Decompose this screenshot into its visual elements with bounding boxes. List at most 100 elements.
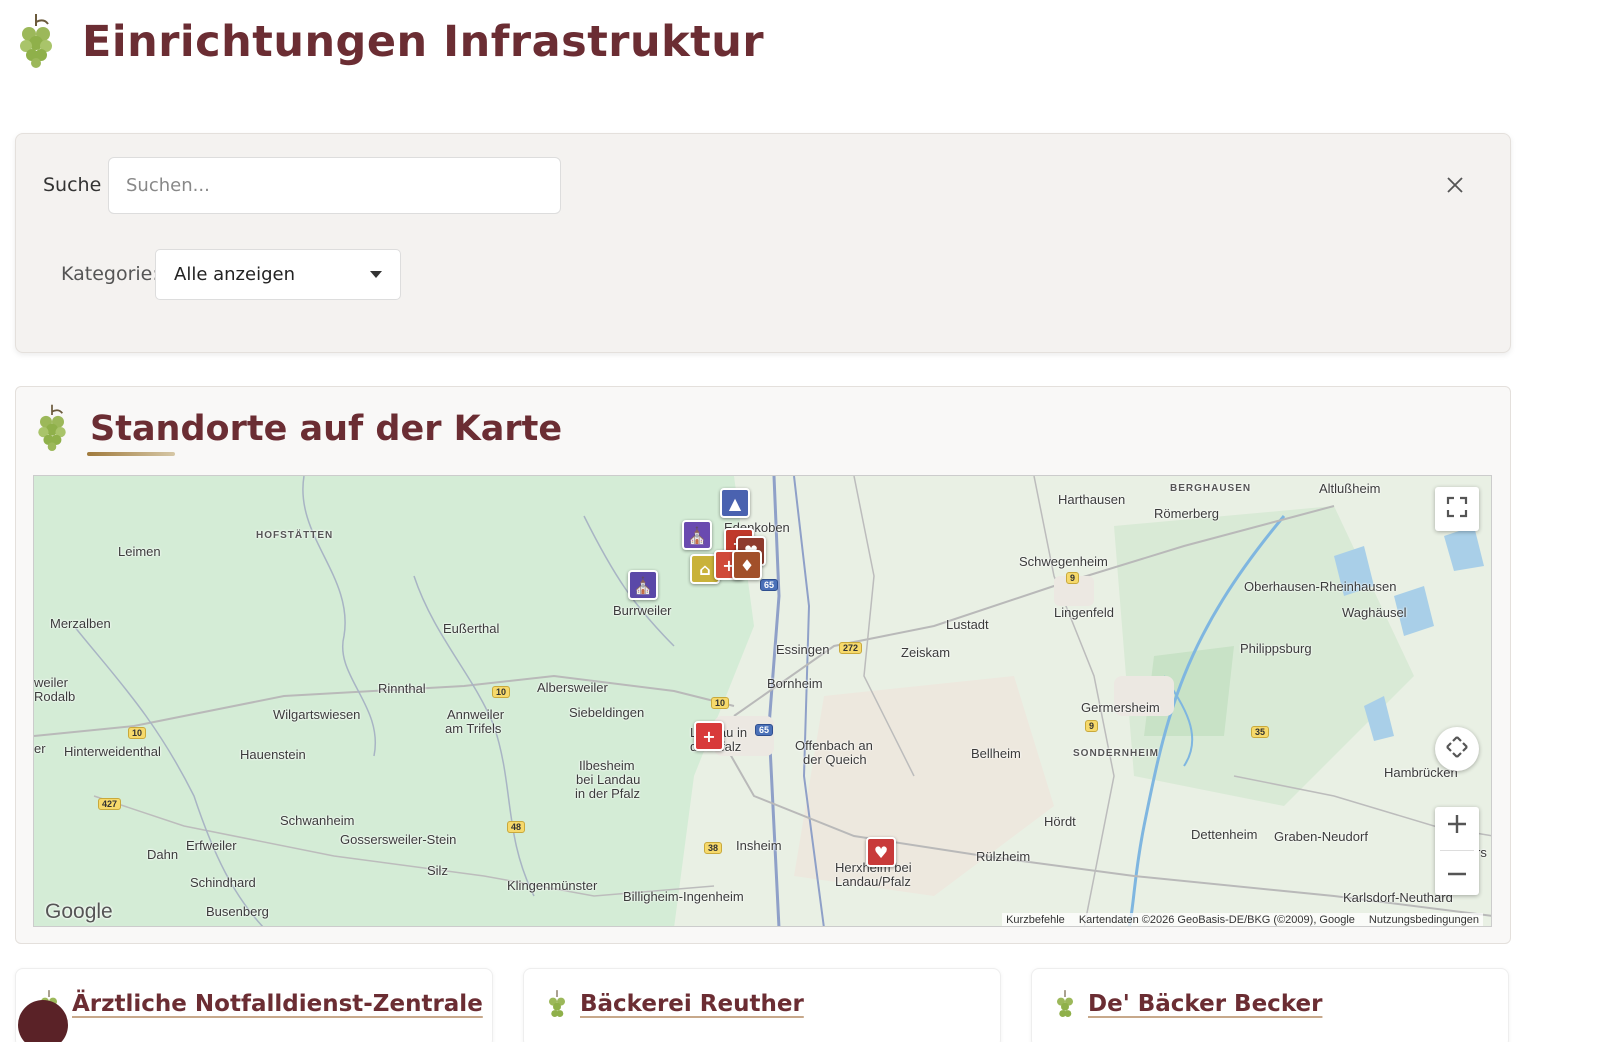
map-label: Wilgartswiesen: [273, 707, 361, 722]
close-icon[interactable]: [1444, 174, 1466, 196]
map-label: Billigheim-Ingenheim: [623, 889, 744, 904]
care-icon: ♥: [873, 842, 889, 862]
facility-card: Ärztliche Notfalldienst-Zentrale: [15, 968, 493, 1042]
grape-icon: [1054, 989, 1076, 1025]
keyboard-shortcuts-link[interactable]: Kurzbefehle: [1006, 914, 1065, 926]
card-title-link[interactable]: De' Bäcker Becker: [1088, 991, 1322, 1017]
road-shield: 65: [760, 579, 779, 591]
road-shield: 35: [1251, 726, 1270, 738]
map-label: Lingenfeld: [1054, 605, 1114, 620]
map-label: Bellheim: [971, 746, 1021, 761]
map-label: Dahn: [147, 847, 179, 862]
map-label: er: [34, 741, 46, 756]
map-label: Oberhausen-Rheinhausen: [1244, 579, 1397, 594]
map-label: bei Landau: [576, 772, 641, 787]
map-label: Rülzheim: [976, 849, 1031, 864]
terms-link[interactable]: Nutzungsbedingungen: [1369, 914, 1479, 926]
road-shield: 9: [1066, 572, 1080, 584]
church-marker[interactable]: ⛪: [682, 520, 712, 550]
road-shield: 10: [128, 727, 147, 739]
map-label: der Queich: [803, 752, 867, 767]
road-shield: 10: [711, 697, 730, 709]
map-label: Schwanheim: [280, 813, 355, 828]
road-shield: 38: [704, 842, 723, 854]
grape-icon: [546, 989, 568, 1025]
map-label: Albersweiler: [537, 680, 608, 695]
map-label: Waghäusel: [1342, 605, 1407, 620]
zoom-divider: [1440, 850, 1474, 852]
search-input[interactable]: [108, 157, 561, 214]
map-label: Harthausen: [1058, 492, 1126, 507]
search-label: Suche: [43, 174, 102, 196]
filter-panel: Suche Kategorie: Alle anzeigen: [15, 133, 1511, 353]
map-label: Busenberg: [206, 904, 269, 919]
road-shield: 427: [98, 798, 122, 810]
section-header: Standorte auf der Karte: [36, 403, 562, 455]
section-underline: [87, 452, 175, 456]
map-label: Altlußheim: [1319, 481, 1381, 496]
map-data-text: Kartendaten ©2026 GeoBasis-DE/BKG (©2009…: [1078, 914, 1355, 926]
map-label: Eußerthal: [443, 621, 500, 636]
sports-marker[interactable]: ♦: [732, 550, 762, 580]
fullscreen-button[interactable]: [1435, 487, 1479, 531]
map-label: Hördt: [1044, 814, 1076, 829]
map-label: weiler: [34, 675, 68, 690]
map-label: Schindhard: [190, 875, 256, 890]
hotel-marker[interactable]: ▲: [720, 488, 750, 518]
map-label: Dettenheim: [1191, 827, 1258, 842]
category-select[interactable]: Alle anzeigen: [155, 249, 401, 300]
road-shield: 65: [755, 724, 774, 736]
church-marker[interactable]: ⛪: [628, 570, 658, 600]
card-title-link[interactable]: Bäckerei Reuther: [580, 991, 804, 1017]
map-label: Hinterweidenthal: [64, 744, 161, 759]
map-label: SONDERNHEIM: [1073, 748, 1160, 759]
map-label: Rodalb: [34, 689, 76, 704]
church-icon: ⛪: [633, 575, 653, 595]
bakery-icon: ⌂: [699, 559, 711, 579]
map-label: Römerberg: [1154, 506, 1220, 521]
map-label: Burrweiler: [613, 603, 672, 618]
map-label: Schwegenheim: [1019, 554, 1108, 569]
zoom-in-icon[interactable]: [1446, 813, 1468, 839]
medical-marker[interactable]: +: [694, 721, 724, 751]
map-label: Merzalben: [50, 616, 111, 631]
pan-button[interactable]: [1435, 727, 1479, 771]
medical-icon: +: [702, 726, 716, 746]
map-label: Ilbesheim: [579, 758, 635, 773]
map-attribution: Kurzbefehle Kartendaten ©2026 GeoBasis-D…: [1002, 913, 1483, 926]
back-to-top-button[interactable]: [18, 1000, 68, 1042]
zoom-out-icon[interactable]: [1446, 863, 1468, 889]
road-shield: 10: [492, 686, 511, 698]
category-label: Kategorie:: [61, 263, 159, 285]
hotel-icon: ▲: [728, 493, 742, 513]
map-label: Silz: [427, 863, 448, 878]
map[interactable]: BERGHAUSEN Altlußheim Re Harthausen Röme…: [33, 475, 1492, 927]
map-label: Philippsburg: [1240, 641, 1312, 656]
road-shield: 9: [1085, 720, 1099, 732]
map-label: Graben-Neudorf: [1274, 829, 1368, 844]
road-shield: 48: [507, 821, 526, 833]
map-label: Germersheim: [1081, 700, 1160, 715]
zoom-controls: [1435, 807, 1479, 895]
map-label: Erfweiler: [186, 838, 237, 853]
card-title-link[interactable]: Ärztliche Notfalldienst-Zentrale: [72, 991, 483, 1017]
map-label: Rinnthal: [378, 681, 426, 696]
sports-icon: ♦: [739, 555, 755, 575]
map-label: BERGHAUSEN: [1170, 483, 1252, 494]
map-label: Klingenmünster: [507, 878, 598, 893]
page-header: Einrichtungen Infrastruktur: [18, 12, 764, 72]
map-label: in der Pfalz: [575, 786, 641, 801]
page-title: Einrichtungen Infrastruktur: [82, 17, 765, 67]
church-icon: ⛪: [687, 525, 707, 545]
road-shield: 272: [839, 642, 863, 654]
section-title: Standorte auf der Karte: [90, 409, 563, 449]
map-label: Leimen: [118, 544, 161, 559]
map-label: Bornheim: [767, 676, 823, 691]
map-label: Insheim: [736, 838, 782, 853]
map-label: Landau/Pfalz: [835, 874, 911, 889]
care-marker[interactable]: ♥: [866, 837, 896, 867]
pan-icon: [1444, 734, 1470, 764]
facility-card: Bäckerei Reuther: [523, 968, 1001, 1042]
map-label: Siebeldingen: [569, 705, 645, 720]
map-label: Zeiskam: [901, 645, 951, 660]
